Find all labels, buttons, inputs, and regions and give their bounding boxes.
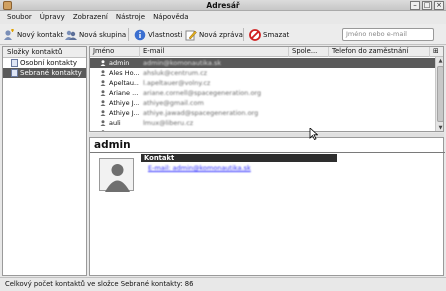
contact-section-header: Kontakt <box>141 154 337 162</box>
menu-file[interactable]: Soubor <box>3 11 36 24</box>
contact-card-name: admin <box>94 139 131 151</box>
row-name: admin <box>109 59 130 67</box>
contact-icon <box>100 90 106 96</box>
row-name: auli <box>109 119 121 127</box>
new-group-icon <box>65 29 77 41</box>
avatar <box>99 158 134 192</box>
maximize-icon[interactable]: □ <box>422 1 432 10</box>
scroll-down-icon[interactable]: ▼ <box>436 124 443 131</box>
row-name: Athiye J... <box>109 109 139 117</box>
menu-view[interactable]: Zobrazení <box>69 11 112 24</box>
contact-icon <box>100 110 106 116</box>
list-header: Jméno E-mail Spole... Telefon do zaměstn… <box>90 47 443 57</box>
new-group-button[interactable]: Nová skupina <box>65 27 126 42</box>
contact-icon <box>100 80 106 86</box>
row-name: Apeltau... <box>109 79 139 87</box>
table-row[interactable]: admin admin@komonautika.sk <box>90 58 435 68</box>
address-book-icon <box>11 59 18 67</box>
email-link[interactable]: E-mail: admin@komonautika.sk <box>148 164 251 172</box>
table-row[interactable]: Apeltau... l.apeltauer@volny.cz <box>90 78 435 88</box>
close-icon[interactable]: × <box>434 1 444 10</box>
column-work-phone[interactable]: Telefon do zaměstnání <box>329 47 430 57</box>
row-name: Ales Ho... <box>109 69 139 77</box>
address-book-icon <box>11 69 18 77</box>
new-message-label: Nová zpráva <box>199 30 243 39</box>
column-picker-icon[interactable]: ⊞ <box>430 47 443 57</box>
row-email: ariane.cornell@spacegeneration.org <box>143 89 262 97</box>
column-email[interactable]: E-mail <box>140 47 289 57</box>
contact-folders-pane: Složky kontaktů Osobní kontakty Sebrané … <box>2 46 87 276</box>
title-bar: Adresář – □ × <box>0 0 446 11</box>
menu-bar: Soubor Úpravy Zobrazení Nástroje Nápověd… <box>0 11 446 24</box>
row-email: l.apeltauer@volny.cz <box>143 79 211 87</box>
row-name: ... <box>109 128 139 131</box>
folders-header: Složky kontaktů <box>3 47 86 58</box>
table-row[interactable]: ... ... <box>90 128 435 131</box>
new-contact-icon <box>3 28 15 41</box>
scroll-up-icon[interactable]: ▲ <box>436 57 443 65</box>
delete-label: Smazat <box>263 30 290 39</box>
table-row[interactable]: auli lmux@liberu.cz <box>90 118 435 128</box>
menu-tools[interactable]: Nástroje <box>112 11 149 24</box>
menu-edit[interactable]: Úpravy <box>36 11 69 24</box>
row-name: Athiye J... <box>109 99 139 107</box>
delete-button[interactable]: Smazat <box>249 27 289 42</box>
menu-help[interactable]: Nápověda <box>149 11 192 24</box>
folder-label: Osobní kontakty <box>20 59 77 67</box>
contact-icon <box>100 60 106 66</box>
table-row[interactable]: Athiye J... athiye@gmail.com <box>90 98 435 108</box>
delete-icon <box>249 28 261 41</box>
default-avatar-icon <box>105 164 130 192</box>
row-email: ... <box>143 128 288 131</box>
status-bar: Celkový počet kontaktů ve složce Sebrané… <box>0 277 446 291</box>
table-row[interactable]: Athiye J... athiye.jawad@spacegeneration… <box>90 108 435 118</box>
row-email: athiye.jawad@spacegeneration.org <box>143 109 259 117</box>
scrollbar-thumb[interactable] <box>437 66 443 122</box>
toolbar-separator <box>128 28 129 41</box>
new-contact-button[interactable]: Nový kontakt <box>3 27 63 42</box>
folder-personal-contacts[interactable]: Osobní kontakty <box>3 58 86 68</box>
compose-icon <box>185 29 197 41</box>
folder-collected-contacts[interactable]: Sebrané kontakty <box>3 68 86 78</box>
contact-card: admin Kontakt E-mail: admin@komonautika.… <box>89 137 445 276</box>
row-email: athiye@gmail.com <box>143 99 204 107</box>
contact-icon <box>100 120 106 126</box>
folder-label: Sebrané kontakty <box>20 69 82 77</box>
row-email: admin@komonautika.sk <box>143 59 222 67</box>
row-email: ahsluk@centrum.cz <box>143 69 208 77</box>
properties-button[interactable]: Vlastnosti <box>134 27 182 42</box>
row-name: Ariane ... <box>109 89 139 97</box>
window-controls: – □ × <box>410 1 444 10</box>
contact-icon <box>100 100 106 106</box>
toolbar-separator <box>243 28 244 41</box>
column-name[interactable]: Jméno <box>90 47 140 57</box>
mouse-cursor-icon <box>309 128 318 140</box>
list-scrollbar[interactable]: ▲ ▼ <box>435 57 443 131</box>
info-icon <box>134 29 146 41</box>
minimize-icon[interactable]: – <box>410 1 420 10</box>
table-row[interactable]: Ariane ... ariane.cornell@spacegeneratio… <box>90 88 435 98</box>
column-company[interactable]: Spole... <box>289 47 329 57</box>
divider <box>90 152 445 153</box>
contact-icon <box>100 70 106 76</box>
contact-icon <box>101 130 105 131</box>
table-row[interactable]: Ales Ho... ahsluk@centrum.cz <box>90 68 435 78</box>
window-title: Adresář <box>206 1 240 10</box>
new-group-label: Nová skupina <box>79 30 127 39</box>
toolbar: Nový kontakt Nová skupina Vlastnosti Nov… <box>0 24 446 45</box>
properties-label: Vlastnosti <box>148 30 183 39</box>
new-contact-label: Nový kontakt <box>17 30 64 39</box>
row-email: lmux@liberu.cz <box>143 119 194 127</box>
contacts-list: Jméno E-mail Spole... Telefon do zaměstn… <box>89 46 444 132</box>
new-message-button[interactable]: Nová zpráva <box>185 27 243 42</box>
search-input[interactable]: Jméno nebo e-mail <box>342 28 434 41</box>
